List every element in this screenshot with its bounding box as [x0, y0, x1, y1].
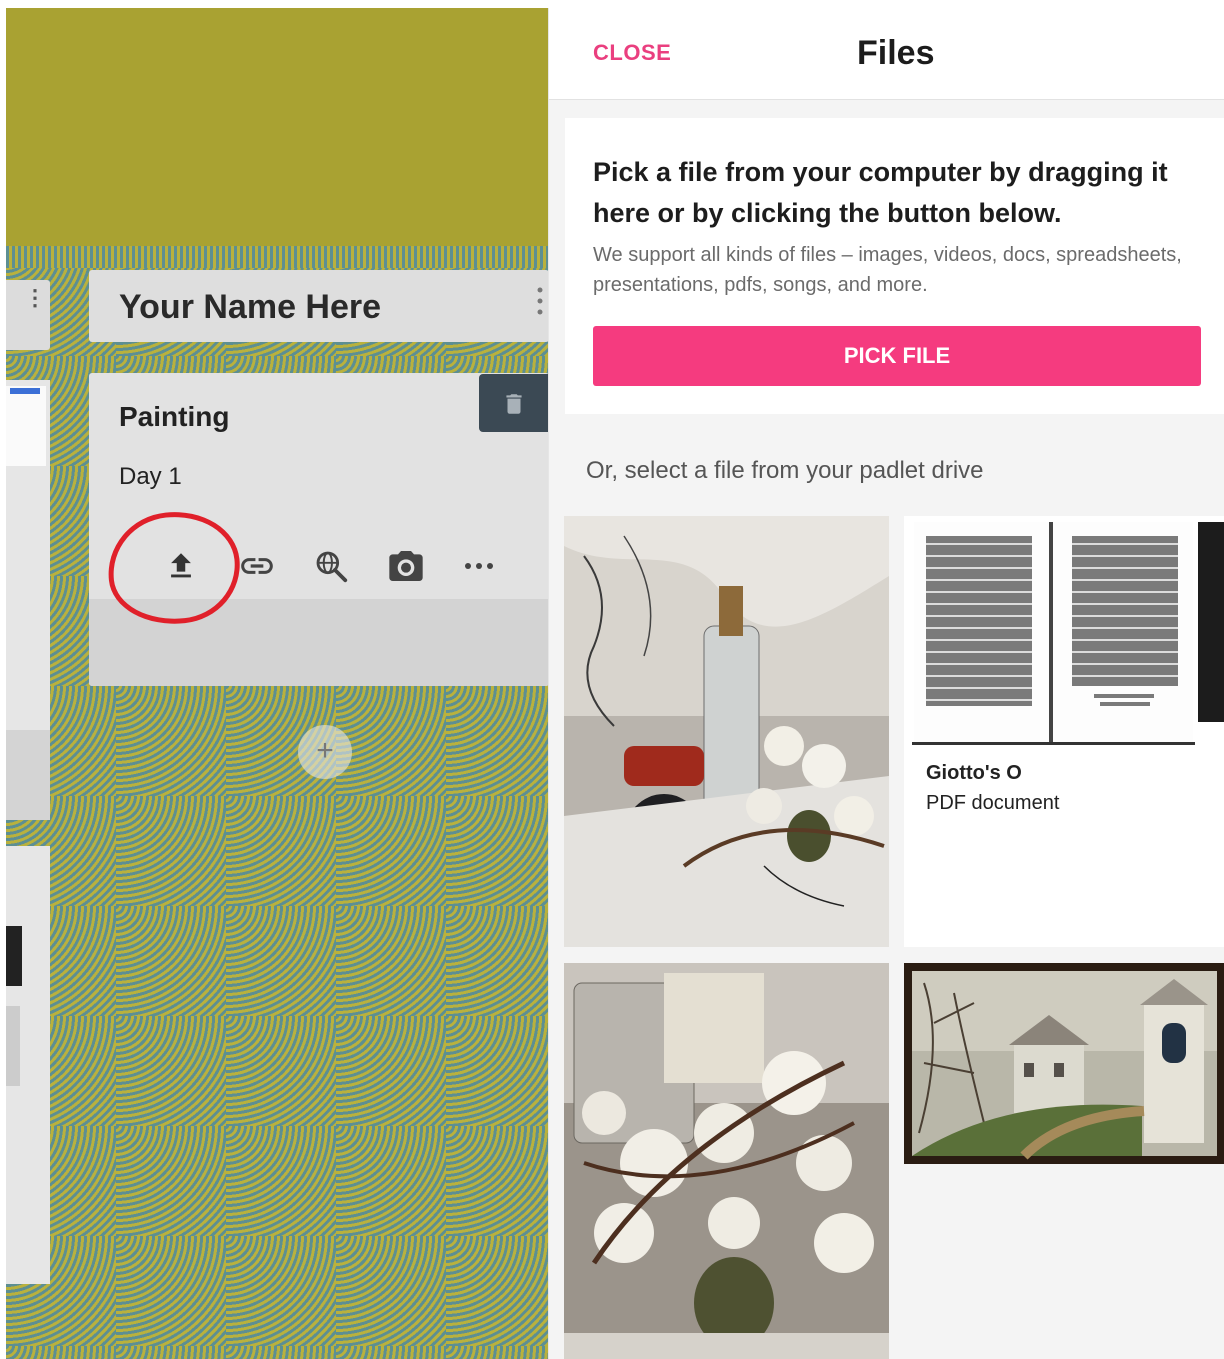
cotton-painting-thumbnail [564, 963, 889, 1359]
still-life-painting-thumbnail [564, 516, 889, 947]
column-header[interactable]: Your Name Here [89, 270, 549, 342]
post-body[interactable]: Day 1 [119, 463, 182, 491]
padlet-drive-label: Or, select a file from your padlet drive [586, 457, 984, 484]
left-column-post[interactable] [6, 846, 50, 1284]
camera-icon [389, 551, 423, 581]
column-menu-icon[interactable] [537, 286, 543, 316]
thumbnail-detail [6, 926, 22, 986]
web-search-button[interactable] [308, 543, 354, 589]
camera-button[interactable] [383, 543, 429, 589]
more-icon [465, 563, 493, 569]
add-post-button[interactable]: + [298, 725, 352, 779]
link-button[interactable] [234, 543, 280, 589]
drop-zone-heading: Pick a file from your computer by draggi… [593, 157, 1168, 228]
left-column-post[interactable] [6, 380, 50, 820]
post-title[interactable]: Painting [119, 401, 229, 433]
pdf-page-thumbnail [904, 516, 1224, 746]
village-painting-thumbnail [904, 963, 1224, 1164]
post-footer [6, 730, 50, 820]
link-icon [241, 558, 273, 574]
files-panel: CLOSE Files Pick a file from your comput… [548, 8, 1224, 1359]
plus-icon: + [316, 734, 334, 767]
close-button[interactable]: CLOSE [593, 40, 671, 66]
panel-title: Files [857, 34, 935, 72]
file-drop-zone[interactable]: Pick a file from your computer by draggi… [565, 118, 1224, 414]
file-name: Giotto's O [926, 762, 1022, 784]
panel-header: CLOSE Files [549, 8, 1224, 100]
web-search-icon [316, 551, 348, 583]
more-options-button[interactable] [456, 543, 502, 589]
thumbnail-detail [6, 1006, 20, 1086]
post-thumbnail [6, 386, 46, 466]
left-column-menu-icon[interactable]: ⋮ [24, 287, 46, 309]
file-type: PDF document [926, 792, 1060, 814]
drive-file-tile[interactable] [564, 516, 889, 947]
drive-file-tile[interactable] [904, 963, 1224, 1164]
wallpaper-stripe [6, 246, 548, 268]
thumbnail-detail [10, 388, 40, 394]
drive-file-tile[interactable]: Giotto's O PDF document [904, 516, 1224, 947]
trash-icon [506, 394, 522, 414]
delete-post-button[interactable] [479, 374, 549, 432]
column-title: Your Name Here [119, 288, 382, 326]
board-header-band [6, 8, 548, 246]
drive-file-tile[interactable] [564, 963, 889, 1359]
pick-file-button[interactable]: PICK FILE [593, 326, 1201, 386]
drop-zone-subtext: We support all kinds of files – images, … [593, 244, 1182, 296]
